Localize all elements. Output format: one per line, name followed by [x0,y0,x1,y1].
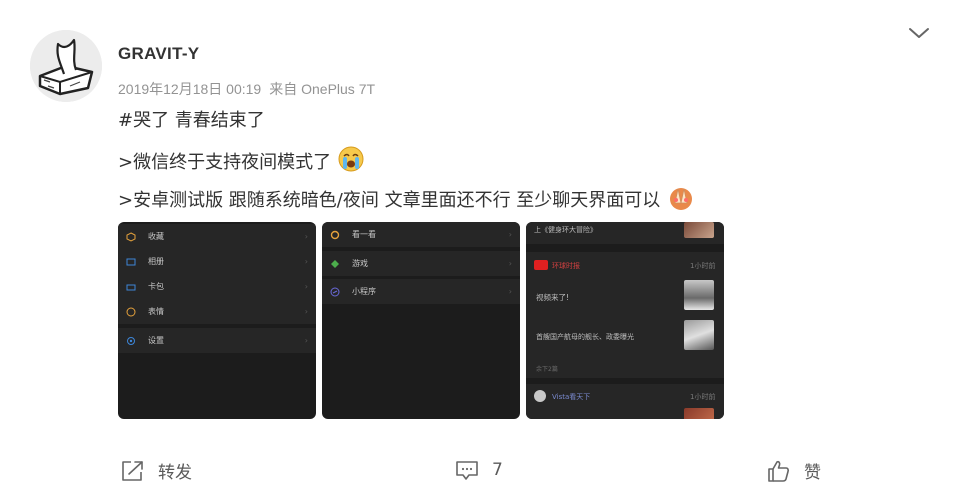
tissue-box-avatar-image [30,30,102,102]
comment-icon [456,461,478,480]
menu-row-album: 相册 › [118,249,316,274]
post-text-line-1: #哭了 青春结束了 [118,108,265,134]
avatar[interactable] [30,30,102,102]
hashtag-text[interactable]: #哭了 青春结束了 [118,110,265,131]
menu-row-top-stories: 看一看 › [322,222,520,247]
screenshot-thumbnail-3[interactable]: 上《健身环大冒险》 环球时报 1小时前 视频来了! 首艘国产航母的舰长、政委曝光… [526,222,724,419]
gear-icon [127,336,135,345]
feed-account-block-1: 环球时报 1小时前 视频来了! 首艘国产航母的舰长、政委曝光 余下2篇 [526,252,724,378]
chevron-right-icon: › [304,307,308,316]
photo-icon [126,258,136,265]
like-label: 赞 [804,463,821,483]
post-text-line-3: >安卓测试版 跟随系统暗色/夜间 文章里面还不行 至少聊天界面可以 [118,183,696,219]
chevron-right-icon: › [304,257,308,266]
article-thumbnail [684,408,714,419]
account-logo [534,260,548,270]
like-button[interactable]: 赞 [766,458,821,483]
menu-row-settings: 设置 › [118,328,316,353]
post-source[interactable]: 来自 OnePlus 7T [269,81,375,97]
cube-icon [126,231,136,242]
post-action-bar: 转发 7 赞 [0,458,960,484]
miniprogram-icon [330,287,340,296]
screenshot-thumbnail-2[interactable]: 看一看 › 游戏 › 小程序 › [322,222,520,419]
chevron-right-icon: › [304,282,308,291]
article-thumbnail [684,320,714,350]
thumbs-up-icon [768,460,789,482]
article-thumbnail [684,222,714,238]
username[interactable]: GRAVIT-Y [118,44,199,64]
chevron-right-icon: › [304,232,308,241]
article-thumbnail [684,280,714,310]
crying-face-emoji [337,145,365,181]
chevron-down-icon[interactable] [906,22,932,44]
feed-top-item: 上《健身环大冒险》 [526,222,724,244]
feed-account-block-2: Vista看天下 1小时前 [526,384,724,419]
repost-button[interactable]: 转发 [120,458,192,483]
post-timestamp[interactable]: 2019年12月18日 00:19 [118,81,261,97]
repost-icon [122,460,143,481]
menu-row-favorites: 收藏 › [118,224,316,249]
post-meta: 2019年12月18日 00:19 来自 OnePlus 7T [118,79,375,99]
menu-row-games: 游戏 › [322,251,520,276]
game-icon [331,259,339,268]
chevron-right-icon: › [508,259,512,268]
account-logo [534,390,546,402]
smile-icon [126,307,136,316]
comment-button[interactable]: 7 [454,458,503,482]
card-icon [126,284,136,290]
menu-row-mini-programs: 小程序 › [322,279,520,304]
comment-count: 7 [492,460,503,480]
look-icon [330,230,340,239]
screenshot-thumbnail-1[interactable]: 收藏 › 相册 › 卡包 › 表情 › 设置 › [118,222,316,419]
post-text-line-2: >微信终于支持夜间模式了 [118,145,365,181]
repost-label: 转发 [158,463,192,483]
chevron-right-icon: › [508,230,512,239]
menu-row-cards: 卡包 › [118,274,316,299]
clapping-hands-emoji [666,183,696,219]
menu-row-stickers: 表情 › [118,299,316,324]
chevron-right-icon: › [508,287,512,296]
chevron-right-icon: › [304,336,308,345]
